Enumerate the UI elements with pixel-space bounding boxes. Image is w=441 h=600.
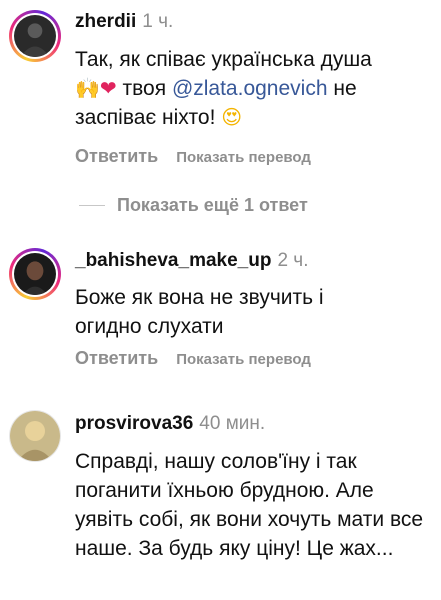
timestamp: 40 мин. — [199, 413, 266, 434]
comment-text-segment: твоя — [116, 77, 172, 100]
comment-text: Боже як вона не звучить і огидно слухати — [75, 286, 324, 338]
comment-text-line: Так, як співає українська душа — [75, 48, 372, 71]
username[interactable]: _bahisheva_make_up — [75, 250, 271, 271]
mention-link[interactable]: @zlata.ognevich — [172, 77, 328, 100]
comment-item: prosvirova36 40 мин. Справді, нашу солов'… — [0, 405, 441, 600]
avatar-image — [10, 411, 60, 461]
comment-header: prosvirova36 40 мин. — [75, 413, 265, 435]
show-more-replies-label: Показать ещё 1 ответ — [117, 194, 308, 215]
timestamp: 1 ч. — [142, 11, 174, 32]
show-more-replies[interactable]: Показать ещё 1 ответ — [79, 193, 308, 217]
comment-text: Так, як співає українська душа 🙌❤ твоя @… — [75, 45, 425, 132]
heart-eyes-icon: 😍 — [221, 105, 243, 129]
comment-header: _bahisheva_make_up 2 ч. — [75, 250, 308, 272]
avatar-image — [14, 253, 56, 295]
reply-button[interactable]: Ответить — [75, 146, 158, 166]
avatar[interactable] — [9, 410, 61, 462]
timestamp: 2 ч. — [277, 250, 309, 271]
avatar-image — [14, 15, 56, 57]
translate-button[interactable]: Показать перевод — [176, 149, 311, 166]
avatar[interactable] — [9, 248, 61, 300]
comment-item: zherdii 1 ч. Так, як співає українська ду… — [0, 0, 441, 180]
translate-button[interactable]: Показать перевод — [176, 351, 311, 368]
avatar[interactable] — [9, 10, 61, 62]
comment-actions: Ответить Показать перевод — [75, 146, 311, 167]
comment-text: Справді, нашу солов'їну і так поганити ї… — [75, 450, 424, 560]
raised-hands-icon: 🙌 — [75, 76, 100, 100]
divider-line — [79, 204, 105, 206]
heart-icon: ❤ — [99, 76, 117, 100]
username[interactable]: prosvirova36 — [75, 413, 193, 434]
reply-button[interactable]: Ответить — [75, 348, 158, 368]
comment-header: zherdii 1 ч. — [75, 11, 173, 33]
username[interactable]: zherdii — [75, 11, 136, 32]
comment-actions: Ответить Показать перевод — [75, 348, 311, 369]
comment-item: _bahisheva_make_up 2 ч. Боже як вона не з… — [0, 238, 441, 388]
